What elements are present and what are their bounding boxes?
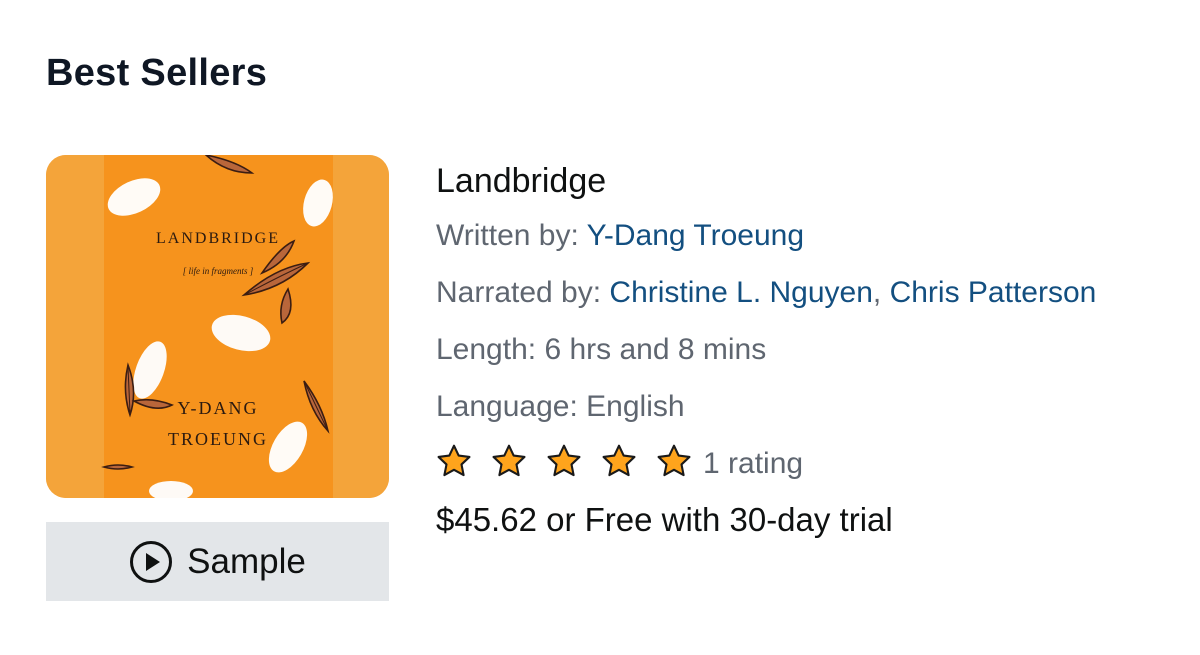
- narrated-by-label: Narrated by:: [436, 276, 602, 309]
- star-icon: [656, 443, 692, 479]
- cover-author-line2: TROEUNG: [168, 429, 268, 449]
- language-row: Language: English: [436, 378, 1176, 435]
- narrated-by-row: Narrated by: Christine L. Nguyen, Chris …: [436, 264, 1176, 321]
- sample-button-label: Sample: [187, 541, 306, 581]
- length-value: 6 hrs and 8 mins: [544, 333, 767, 366]
- narrator-link[interactable]: Christine L. Nguyen: [609, 276, 872, 309]
- narrator-link[interactable]: Chris Patterson: [890, 276, 1097, 309]
- section-title: Best Sellers: [46, 52, 268, 94]
- cover-title-text: LANDBRIDGE: [156, 230, 280, 247]
- rating-row[interactable]: 1 rating: [436, 435, 1176, 492]
- sample-button[interactable]: Sample: [46, 522, 389, 601]
- price: $45.62 or Free with 30-day trial: [436, 501, 893, 538]
- book-cover-art: LANDBRIDGE [ life in fragments ] Y-DANG …: [46, 155, 389, 498]
- book-details: Landbridge Written by: Y-Dang Troeung Na…: [436, 155, 1176, 548]
- narrator-separator: ,: [872, 276, 882, 309]
- star-icon: [546, 443, 582, 479]
- star-icon: [601, 443, 637, 479]
- book-title[interactable]: Landbridge: [436, 155, 1176, 207]
- written-by-row: Written by: Y-Dang Troeung: [436, 207, 1176, 264]
- book-cover[interactable]: LANDBRIDGE [ life in fragments ] Y-DANG …: [46, 155, 389, 498]
- cover-subtitle-text: [ life in fragments ]: [183, 266, 254, 276]
- book-title-link[interactable]: Landbridge: [436, 162, 606, 200]
- language-label: Language:: [436, 390, 578, 423]
- cover-author-line1: Y-DANG: [178, 398, 259, 418]
- author-link[interactable]: Y-Dang Troeung: [587, 219, 804, 252]
- play-circle-icon: [129, 540, 173, 584]
- written-by-label: Written by:: [436, 219, 579, 252]
- star-icon: [436, 443, 472, 479]
- length-label: Length:: [436, 333, 537, 366]
- star-icon: [491, 443, 527, 479]
- star-rating: [436, 443, 711, 484]
- length-row: Length: 6 hrs and 8 mins: [436, 321, 1176, 378]
- rating-count[interactable]: 1 rating: [703, 447, 803, 481]
- language-value: English: [586, 390, 685, 423]
